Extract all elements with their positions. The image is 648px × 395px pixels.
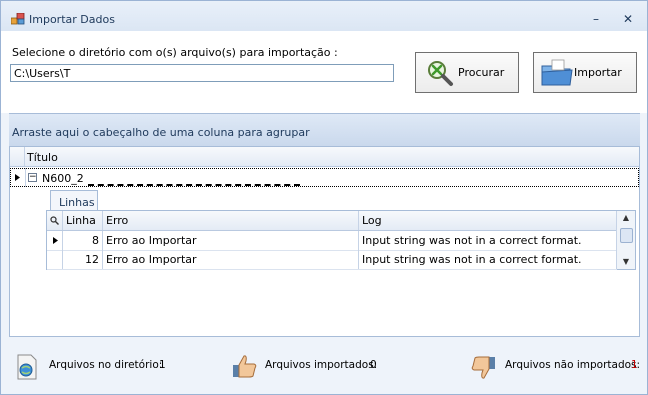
tab-linhas-label: Linhas — [59, 196, 95, 209]
column-header-log[interactable]: Log — [359, 211, 617, 230]
search-button[interactable]: Procurar — [415, 52, 519, 93]
filter-search-icon — [50, 216, 59, 225]
column-header-title[interactable]: Título — [10, 147, 639, 167]
scroll-up-icon[interactable]: ▲ — [617, 211, 635, 225]
cell-log[interactable]: Input string was not in a correct format… — [359, 231, 617, 250]
row-pointer-icon — [53, 237, 58, 244]
detail-grid: Linha Erro Log 8 Erro ao Importar Input … — [46, 210, 636, 270]
imported-count: 0 — [370, 359, 377, 371]
column-header-erro[interactable]: Erro — [103, 211, 359, 230]
scroll-down-icon[interactable]: ▼ — [617, 255, 635, 269]
status-footer: Arquivos no diretório: 1 Arquivos import… — [1, 337, 647, 394]
detail-grid-header: Linha Erro Log — [47, 211, 617, 231]
collapse-toggle[interactable]: − — [28, 173, 37, 182]
row-pointer-icon — [15, 174, 20, 181]
header-indicator — [10, 147, 25, 166]
files-in-dir-label: Arquivos no diretório: — [49, 359, 163, 371]
tab-linhas[interactable]: Linhas — [50, 190, 98, 211]
cell-erro[interactable]: Erro ao Importar — [103, 250, 359, 269]
directory-label: Selecione o diretório com o(s) arquivo(s… — [12, 46, 338, 59]
files-in-dir-count: 1 — [159, 359, 166, 371]
import-button-label: Importar — [574, 66, 622, 79]
import-button[interactable]: Importar — [533, 52, 637, 93]
close-icon[interactable]: ✕ — [619, 11, 637, 27]
not-imported-count: 1 — [631, 359, 638, 371]
row-indicator — [11, 168, 26, 187]
minimize-icon[interactable]: – — [587, 11, 605, 27]
drag-indicator — [88, 184, 300, 186]
table-row[interactable]: 12 Erro ao Importar Input string was not… — [47, 250, 617, 270]
results-grid: Título − N600_2 Linhas Linha Erro Log 8 … — [9, 146, 640, 337]
group-row-label: N600_2 — [42, 172, 84, 185]
vertical-scrollbar[interactable]: ▲ ▼ — [616, 211, 635, 269]
search-button-label: Procurar — [458, 66, 505, 79]
directory-input[interactable] — [10, 64, 394, 82]
title-bar: Importar Dados – ✕ — [1, 1, 647, 31]
import-window: Importar Dados – ✕ Selecione o diretório… — [0, 0, 648, 395]
row-indicator — [47, 250, 63, 269]
search-magnifier-icon — [428, 61, 453, 86]
window-title: Importar Dados — [29, 13, 115, 26]
cell-linha[interactable]: 8 — [63, 231, 103, 250]
imported-label: Arquivos importados: — [265, 359, 378, 371]
app-icon — [11, 13, 25, 25]
scroll-thumb[interactable] — [620, 228, 633, 243]
detail-view: Linhas Linha Erro Log 8 Erro ao Importar… — [38, 190, 641, 274]
not-imported-label: Arquivos não importados: — [505, 359, 641, 371]
globe-file-icon — [17, 354, 37, 380]
cell-erro[interactable]: Erro ao Importar — [103, 231, 359, 250]
thumbs-up-icon — [233, 355, 257, 378]
column-header-linha[interactable]: Linha — [63, 211, 103, 230]
folder-import-icon — [541, 59, 573, 86]
row-indicator — [47, 231, 63, 250]
group-by-hint: Arraste aqui o cabeçalho de uma coluna p… — [12, 126, 310, 139]
filter-cell[interactable] — [47, 211, 63, 230]
thumbs-down-icon — [471, 356, 495, 379]
cell-linha[interactable]: 12 — [63, 250, 103, 269]
cell-log[interactable]: Input string was not in a correct format… — [359, 250, 617, 269]
table-row[interactable]: 8 Erro ao Importar Input string was not … — [47, 231, 617, 251]
directory-form: Selecione o diretório com o(s) arquivo(s… — [1, 31, 647, 113]
group-by-panel[interactable]: Arraste aqui o cabeçalho de uma coluna p… — [9, 113, 640, 147]
column-title-label: Título — [27, 151, 58, 164]
